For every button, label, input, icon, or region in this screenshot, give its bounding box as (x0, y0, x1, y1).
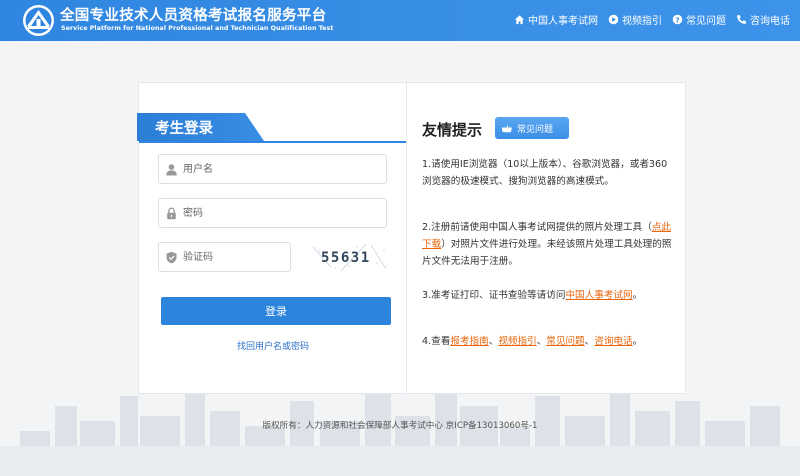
tip-3: 3.准考证打印、证书查验等请访问中国人事考试网。 (422, 287, 672, 304)
captcha-input[interactable] (183, 247, 287, 267)
nav-label: 中国人事考试网 (528, 16, 598, 27)
home-icon (514, 15, 525, 25)
separator: 、 (488, 336, 499, 347)
faq-button-label: 常见问题 (517, 124, 554, 135)
captcha-field (158, 242, 291, 272)
lock-icon (167, 207, 176, 220)
tip-4-text: 4.查看 (422, 336, 451, 347)
cpta-site-link[interactable]: 中国人事考试网 (565, 290, 632, 301)
svg-text:?: ? (675, 15, 679, 24)
nav-hotline[interactable]: 咨询电话 (736, 12, 790, 27)
site-title: 全国专业技术人员资格考试报名服务平台 (60, 8, 327, 24)
shield-icon (166, 251, 177, 264)
site-subtitle: Service Platform for National Profession… (61, 25, 334, 32)
captcha-text: 55631 (321, 250, 371, 266)
recover-account-link[interactable]: 找回用户名或密码 (139, 339, 407, 352)
login-tab: 考生登录 (137, 113, 264, 141)
nav-label: 咨询电话 (750, 16, 790, 27)
nav-video-guide[interactable]: 视频指引 (608, 12, 662, 27)
tip-4: 4.查看报考指南、视频指引、常见问题、咨询电话。 (422, 333, 672, 350)
tip-4-text-end: 。 (632, 336, 643, 347)
login-button[interactable]: 登录 (161, 297, 391, 325)
login-tab-underline (139, 141, 406, 143)
tip-2-text-end: ）对照片文件进行处理。未经该照片处理工具处理的照片文件无法用于注册。 (422, 239, 672, 267)
phone-icon (737, 15, 746, 24)
tip-3-text: 3.准考证打印、证书查验等请访问 (422, 290, 566, 301)
nav-cpta-site[interactable]: 中国人事考试网 (514, 12, 598, 27)
nav-label: 视频指引 (622, 16, 662, 27)
video-icon (608, 14, 619, 25)
captcha-image[interactable]: 55631 (311, 241, 389, 273)
separator: 、 (584, 336, 595, 347)
nav-faq[interactable]: ? 常见问题 (672, 12, 726, 27)
exam-guide-link[interactable]: 报考指南 (450, 336, 488, 347)
password-input[interactable] (183, 203, 381, 223)
username-input[interactable] (183, 159, 381, 179)
faq-link[interactable]: 常见问题 (546, 336, 584, 347)
top-nav: 中国人事考试网 视频指引 ? 常见问题 咨询电话 (514, 12, 790, 27)
login-tab-label: 考生登录 (155, 121, 213, 137)
top-header: 全国专业技术人员资格考试报名服务平台 Service Platform for … (0, 0, 800, 41)
emblem-logo-icon (23, 5, 54, 36)
tip-2-text: 2.注册前请使用中国人事考试网提供的照片处理工具（ (422, 222, 652, 233)
nav-label: 常见问题 (686, 16, 726, 27)
tip-3-text-end: 。 (632, 290, 643, 301)
login-card: 考生登录 55631 登录 找回用户名或密码 友情提示 常见问题 1.请使用IE… (137, 82, 686, 394)
footer-copyright: 版权所有：人力资源和社会保障部人事考试中心 京ICP备13013060号-1 (262, 421, 538, 431)
separator: 、 (536, 336, 547, 347)
pointing-hand-icon (502, 125, 513, 133)
password-field (158, 198, 387, 228)
tip-2: 2.注册前请使用中国人事考试网提供的照片处理工具（点此下载）对照片文件进行处理。… (422, 219, 672, 270)
question-icon: ? (672, 14, 683, 25)
hotline-link[interactable]: 咨询电话 (594, 336, 632, 347)
user-icon (166, 164, 177, 176)
video-guide-link[interactable]: 视频指引 (498, 336, 536, 347)
username-field (158, 154, 387, 184)
tips-title: 友情提示 (422, 121, 483, 139)
faq-button[interactable]: 常见问题 (495, 117, 569, 139)
tip-1: 1.请使用IE浏览器（10以上版本）、谷歌浏览器，或者360浏览器的极速模式、搜… (422, 159, 668, 187)
